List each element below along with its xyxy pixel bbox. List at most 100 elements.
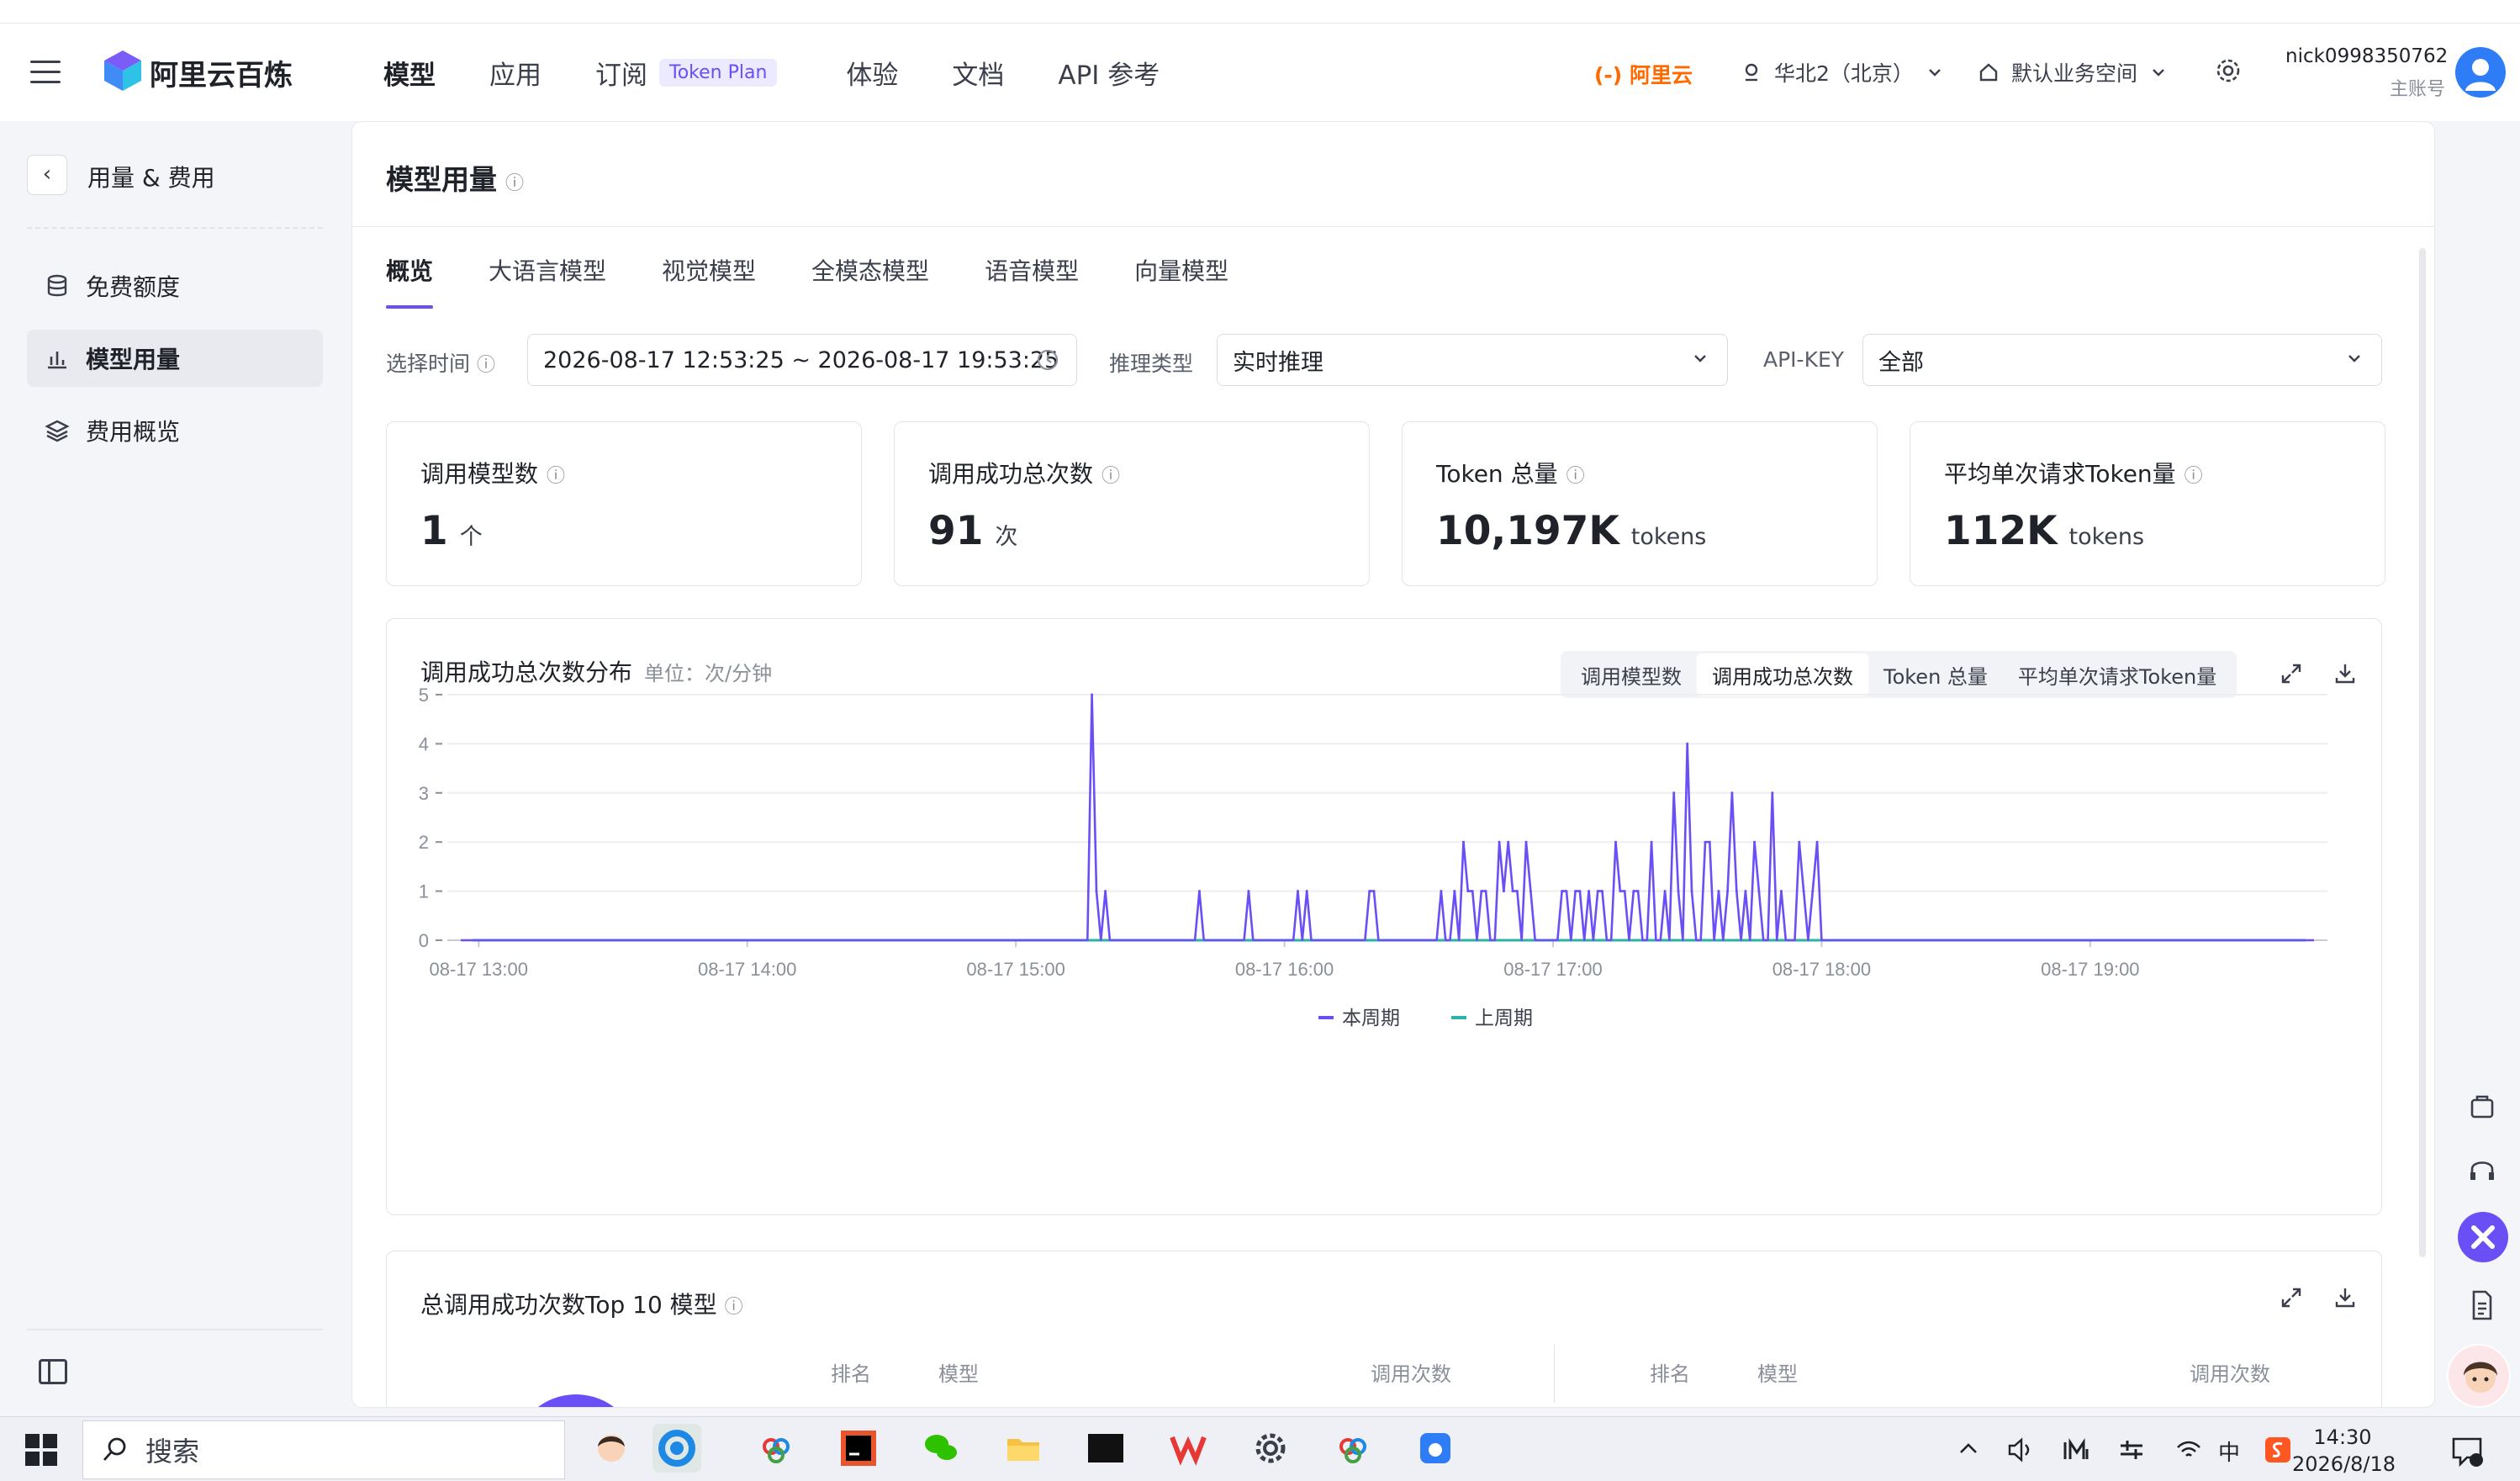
data-point (1619, 890, 1622, 893)
database-icon (47, 274, 67, 297)
stat-card-avg-token: 平均单次请求Token量 ⓘ 112K tokens (1910, 421, 2385, 586)
data-point (1798, 840, 1801, 844)
info-icon[interactable]: ⓘ (505, 173, 524, 194)
taskbar-app-terminal[interactable] (1081, 1424, 1130, 1473)
taskbar-app-avatar[interactable] (587, 1424, 636, 1473)
workspace-selector[interactable]: 默认业务空间 (1978, 57, 2168, 87)
region-selector[interactable]: 华北2（北京） (1741, 57, 1944, 87)
stat-value: 91 次 (928, 508, 1017, 554)
data-point (1529, 890, 1532, 893)
bag-icon[interactable] (2462, 1087, 2502, 1127)
data-point (1247, 890, 1250, 893)
nav-models[interactable]: 模型 (383, 54, 436, 92)
user-info[interactable]: nick0998350762 主账号 (2285, 45, 2448, 101)
input-method-icon[interactable] (2062, 1437, 2090, 1462)
gear-icon[interactable] (2215, 57, 2242, 84)
browser-top-strip (0, 0, 2520, 24)
avatar-helper[interactable] (2447, 1344, 2511, 1408)
taskbar-app-bailian[interactable] (752, 1424, 800, 1473)
taskbar-app-explorer[interactable] (999, 1424, 1048, 1473)
avatar[interactable] (2455, 47, 2506, 98)
info-icon[interactable]: ⓘ (725, 1297, 743, 1318)
sidebar-item-free-quota[interactable]: 免费额度 (27, 257, 323, 315)
tab-embedding[interactable]: 向量模型 (1134, 253, 1228, 309)
scrollbar[interactable] (2419, 248, 2426, 1257)
time-range-value: 2026-08-17 12:53:25 ~ 2026-08-17 19:53:2… (543, 346, 1059, 373)
stat-value: 10,197K tokens (1436, 508, 1706, 554)
ime-indicator-icon[interactable]: 中 (2218, 1436, 2240, 1467)
menu-icon[interactable] (30, 61, 61, 84)
aliyun-logo[interactable]: (-) 阿里云 (1594, 59, 1693, 89)
notification-icon[interactable] (2450, 1434, 2484, 1468)
back-button[interactable]: ‹ (27, 155, 67, 195)
api-key-label: API-KEY (1763, 347, 1845, 372)
nav-api-reference[interactable]: API 参考 (1058, 54, 1160, 92)
data-point (1717, 890, 1720, 893)
chevron-up-icon[interactable] (1957, 1441, 1979, 1457)
taskbar-app-blue[interactable] (1411, 1424, 1460, 1473)
data-point (1650, 840, 1653, 844)
bar-chart-icon (48, 352, 66, 369)
time-range-picker[interactable]: 2026-08-17 12:53:25 ~ 2026-08-17 19:53:2… (527, 334, 1077, 386)
tab-llm[interactable]: 大语言模型 (489, 253, 606, 309)
taskbar-app-bailian2[interactable] (1329, 1424, 1377, 1473)
speaker-icon[interactable] (2006, 1436, 2035, 1464)
stat-value: 112K tokens (1944, 508, 2144, 554)
data-point (1704, 840, 1707, 844)
taskbar-app-ide[interactable] (834, 1424, 883, 1473)
info-icon[interactable]: ⓘ (477, 355, 495, 376)
y-tick-label: 1 (419, 881, 429, 902)
tab-omni[interactable]: 全模态模型 (811, 253, 929, 309)
header-model: 模型 (938, 1362, 979, 1386)
nav-docs[interactable]: 文档 (952, 54, 1004, 92)
info-icon[interactable]: ⓘ (547, 466, 565, 487)
data-point (1507, 840, 1510, 844)
nav-experience[interactable]: 体验 (846, 54, 898, 92)
toggle-icon[interactable] (2117, 1437, 2146, 1462)
data-point (1578, 890, 1582, 893)
wifi-icon[interactable] (2174, 1436, 2203, 1464)
collapse-sidebar-icon[interactable] (39, 1359, 67, 1384)
clock[interactable]: 14:30 2026/8/18 (2292, 1424, 2396, 1478)
inference-type-select[interactable]: 实时推理 (1217, 334, 1728, 386)
api-key-value: 全部 (1878, 349, 1924, 376)
expand-icon[interactable] (2279, 1285, 2304, 1310)
nav-subscription[interactable]: 订阅 (595, 54, 647, 92)
windows-start-icon[interactable] (25, 1434, 57, 1466)
headset-icon[interactable] (2462, 1150, 2502, 1191)
data-point (1565, 890, 1568, 893)
data-point (1368, 890, 1371, 893)
tab-speech[interactable]: 语音模型 (985, 253, 1079, 309)
assistant-icon[interactable] (2457, 1211, 2509, 1263)
chevron-down-icon (1694, 355, 1706, 362)
taskbar-app-browser[interactable] (652, 1424, 701, 1473)
x-tick-label: 08-17 14:00 (698, 959, 796, 980)
data-point (1484, 890, 1487, 893)
series-line-current (461, 693, 2314, 942)
info-icon[interactable]: ⓘ (2185, 466, 2203, 487)
sidebar-item-model-usage[interactable]: 模型用量 (27, 330, 323, 387)
sidebar-divider (27, 227, 323, 229)
tab-overview[interactable]: 概览 (386, 253, 434, 309)
sogou-icon[interactable] (2264, 1436, 2292, 1464)
bailian-logo-icon (104, 50, 141, 91)
x-tick-label: 08-17 15:00 (966, 959, 1065, 980)
token-plan-badge[interactable]: Token Plan (659, 59, 778, 87)
character-icon (2464, 1362, 2497, 1393)
download-icon[interactable] (2332, 1285, 2358, 1310)
api-key-select[interactable]: 全部 (1862, 334, 2382, 386)
sidebar-item-cost-overview[interactable]: 费用概览 (27, 402, 323, 459)
taskbar-app-wps[interactable] (1164, 1424, 1212, 1473)
taskbar-app-wechat[interactable] (917, 1424, 965, 1473)
nav-apps[interactable]: 应用 (489, 54, 542, 92)
stat-number: 10,197K (1436, 508, 1619, 554)
document-icon[interactable] (2462, 1285, 2502, 1325)
folder-icon (1007, 1439, 1039, 1461)
tab-vision[interactable]: 视觉模型 (662, 253, 756, 309)
stat-title: 平均单次请求Token量 ⓘ (1944, 456, 2203, 489)
taskbar-search[interactable]: 搜索 (82, 1420, 565, 1479)
taskbar-app-settings[interactable] (1246, 1424, 1295, 1473)
x-tick-label: 08-17 19:00 (2041, 959, 2139, 980)
info-icon[interactable]: ⓘ (1102, 466, 1120, 487)
info-icon[interactable]: ⓘ (1566, 466, 1585, 487)
